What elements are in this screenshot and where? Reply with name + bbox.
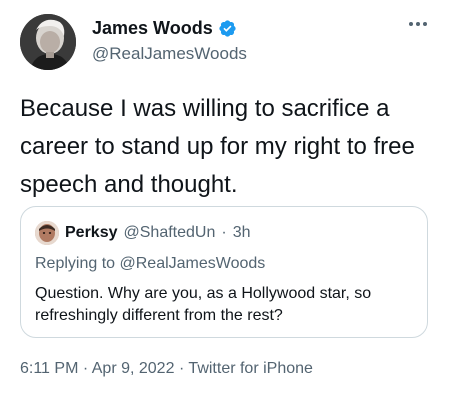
quoted-tweet-header: Perksy @ShaftedUn · 3h xyxy=(35,221,250,245)
tweet-text: Because I was willing to sacrifice a car… xyxy=(20,95,415,198)
meta-separator: · xyxy=(178,360,185,377)
tweet-date[interactable]: Apr 9, 2022 xyxy=(92,360,175,377)
quoted-author-avatar[interactable] xyxy=(35,221,59,245)
author-avatar-image xyxy=(20,14,76,70)
tweet-source[interactable]: Twitter for iPhone xyxy=(188,360,313,377)
author-avatar[interactable] xyxy=(20,14,76,70)
tweet: James Woods @RealJamesWoods Because I wa… xyxy=(0,0,450,400)
quoted-separator: · xyxy=(221,224,227,241)
quoted-author-handle[interactable]: @ShaftedUn xyxy=(124,224,216,242)
replying-to-handle[interactable]: @RealJamesWoods xyxy=(120,255,266,272)
author-name-row: James Woods xyxy=(92,16,247,40)
quoted-timestamp[interactable]: 3h xyxy=(233,224,251,242)
meta-separator: · xyxy=(82,360,89,377)
replying-to-line: Replying to @RealJamesWoods xyxy=(35,255,265,273)
verified-badge-icon xyxy=(218,19,237,38)
quoted-author-avatar-image xyxy=(35,221,59,245)
quoted-author-name[interactable]: Perksy xyxy=(65,224,118,242)
author-handle[interactable]: @RealJamesWoods xyxy=(92,44,247,64)
author-info: James Woods @RealJamesWoods xyxy=(92,16,247,64)
author-display-name[interactable]: James Woods xyxy=(92,18,213,39)
quoted-tweet-text: Question. Why are you, as a Hollywood st… xyxy=(35,285,372,324)
tweet-metadata: 6:11 PM · Apr 9, 2022 · Twitter for iPho… xyxy=(20,360,313,378)
replying-to-label: Replying to xyxy=(35,255,116,272)
quoted-tweet[interactable]: Perksy @ShaftedUn · 3h Replying to @Real… xyxy=(20,206,428,338)
tweet-time[interactable]: 6:11 PM xyxy=(20,360,78,377)
more-options-icon[interactable] xyxy=(406,14,430,34)
